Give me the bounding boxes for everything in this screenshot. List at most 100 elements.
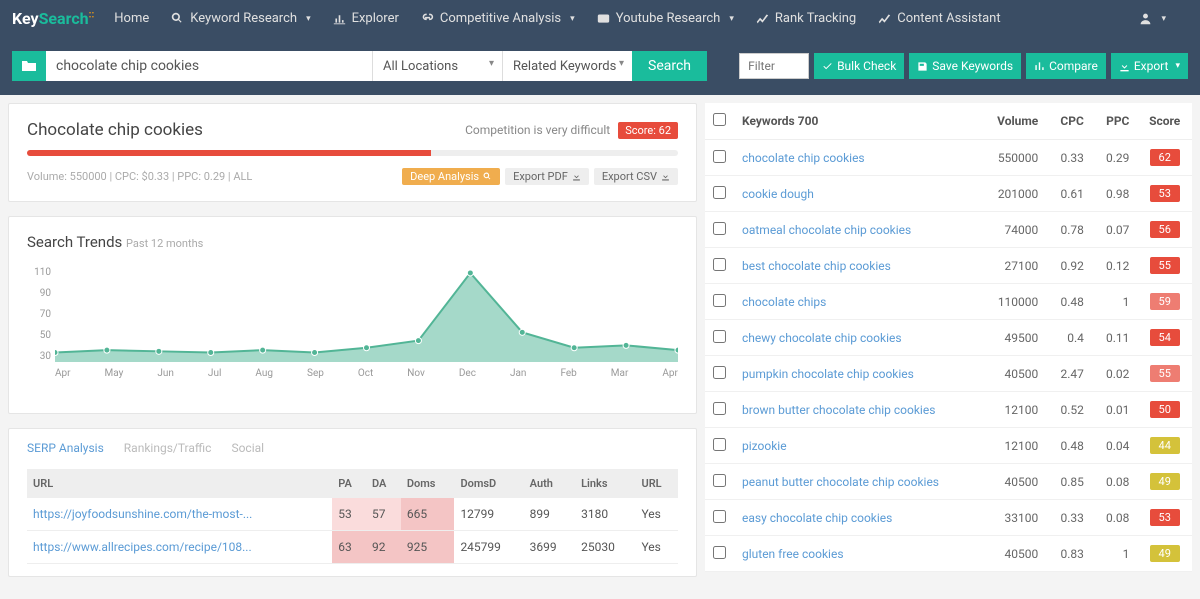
keyword-row: chocolate chips 110000 0.48 1 59 — [705, 284, 1192, 320]
nav-explorer[interactable]: Explorer — [333, 11, 399, 26]
serp-col: Links — [575, 469, 635, 498]
search-icon — [483, 172, 492, 181]
serp-col: DomsD — [454, 469, 523, 498]
serp-url[interactable]: https://www.allrecipes.com/recipe/108... — [27, 531, 332, 564]
keyword-link[interactable]: chewy chocolate chip cookies — [734, 320, 980, 356]
nav-home[interactable]: Home — [114, 11, 149, 26]
export-button[interactable]: Export▾ — [1111, 53, 1188, 79]
trends-title: Search Trends Past 12 months — [27, 233, 678, 251]
keyword-link[interactable]: pizookie — [734, 428, 980, 464]
row-checkbox[interactable] — [713, 294, 726, 307]
keyword-input[interactable] — [46, 51, 372, 81]
keyword-row: easy chocolate chip cookies 33100 0.33 0… — [705, 500, 1192, 536]
cpc-header[interactable]: CPC — [1046, 103, 1092, 140]
trend-icon — [878, 12, 891, 25]
user-menu[interactable]: ▾ — [1139, 12, 1166, 25]
score-pill: 50 — [1150, 401, 1180, 418]
keyword-meta: Volume: 550000 | CPC: $0.33 | PPC: 0.29 … — [27, 170, 252, 183]
search-button[interactable]: Search — [632, 51, 707, 81]
score-pill: 62 — [1150, 149, 1180, 166]
keyword-row: oatmeal chocolate chip cookies 74000 0.7… — [705, 212, 1192, 248]
video-icon — [597, 12, 610, 25]
keyword-link[interactable]: gluten free cookies — [734, 536, 980, 572]
link-icon — [421, 12, 434, 25]
serp-row: https://joyfoodsunshine.com/the-most-...… — [27, 498, 678, 531]
location-select[interactable]: All Locations — [372, 51, 502, 81]
row-checkbox[interactable] — [713, 150, 726, 163]
row-checkbox[interactable] — [713, 546, 726, 559]
caret-down-icon: ▾ — [729, 14, 734, 24]
row-checkbox[interactable] — [713, 222, 726, 235]
keyword-row: gluten free cookies 40500 0.83 1 49 — [705, 536, 1192, 572]
keyword-link[interactable]: chocolate chips — [734, 284, 980, 320]
tab-serp-analysis[interactable]: SERP Analysis — [27, 441, 104, 455]
nav-competitive[interactable]: Competitive Analysis▾ — [421, 11, 575, 26]
keyword-link[interactable]: brown butter chocolate chip cookies — [734, 392, 980, 428]
score-pill: 56 — [1150, 221, 1180, 238]
row-checkbox[interactable] — [713, 438, 726, 451]
score-pill: 44 — [1150, 437, 1180, 454]
trend-icon — [756, 12, 769, 25]
compare-button[interactable]: Compare — [1026, 53, 1106, 79]
trends-chart: 11090705030 AprMayJunJulAugSepOctNovDecJ… — [27, 267, 678, 397]
folder-icon — [21, 58, 37, 74]
nav-youtube[interactable]: Youtube Research▾ — [597, 11, 734, 26]
score-pill: 55 — [1150, 365, 1180, 382]
row-checkbox[interactable] — [713, 402, 726, 415]
keyword-row: best chocolate chip cookies 27100 0.92 0… — [705, 248, 1192, 284]
bulk-check-button[interactable]: Bulk Check — [814, 53, 904, 79]
score-pill: 54 — [1150, 329, 1180, 346]
main-navbar: KeySearch:: Home Keyword Research▾ Explo… — [0, 0, 1200, 37]
score-header[interactable]: Score — [1137, 103, 1192, 140]
chart-icon — [1034, 61, 1045, 72]
score-pill: 53 — [1150, 185, 1180, 202]
caret-down-icon: ▾ — [1161, 14, 1166, 24]
row-checkbox[interactable] — [713, 474, 726, 487]
serp-row: https://www.allrecipes.com/recipe/108...… — [27, 531, 678, 564]
keyword-link[interactable]: peanut butter chocolate chip cookies — [734, 464, 980, 500]
type-select[interactable]: Related Keywords — [502, 51, 632, 81]
nav-content-assistant[interactable]: Content Assistant — [878, 11, 1000, 26]
keyword-link[interactable]: oatmeal chocolate chip cookies — [734, 212, 980, 248]
search-icon — [171, 12, 184, 25]
download-icon — [661, 172, 670, 181]
ppc-header[interactable]: PPC — [1092, 103, 1138, 140]
tab-social[interactable]: Social — [231, 441, 264, 455]
difficulty-bar — [27, 150, 678, 156]
row-checkbox[interactable] — [713, 186, 726, 199]
user-icon — [1139, 12, 1152, 25]
serp-url[interactable]: https://joyfoodsunshine.com/the-most-... — [27, 498, 332, 531]
serp-tabs: SERP Analysis Rankings/Traffic Social — [27, 441, 678, 455]
folder-button[interactable] — [12, 51, 46, 81]
keyword-link[interactable]: best chocolate chip cookies — [734, 248, 980, 284]
keyword-row: chocolate chip cookies 550000 0.33 0.29 … — [705, 140, 1192, 176]
export-pdf-button[interactable]: Export PDF — [505, 168, 589, 185]
search-bar: All Locations Related Keywords Search Bu… — [0, 37, 1200, 95]
keyword-title: Chocolate chip cookies — [27, 120, 465, 140]
row-checkbox[interactable] — [713, 258, 726, 271]
export-csv-button[interactable]: Export CSV — [594, 168, 678, 185]
filter-input[interactable] — [739, 53, 809, 79]
keyword-link[interactable]: easy chocolate chip cookies — [734, 500, 980, 536]
keyword-link[interactable]: pumpkin chocolate chip cookies — [734, 356, 980, 392]
check-icon — [822, 61, 833, 72]
select-all-checkbox[interactable] — [713, 113, 726, 126]
row-checkbox[interactable] — [713, 510, 726, 523]
score-pill: 53 — [1150, 509, 1180, 526]
nav-rank-tracking[interactable]: Rank Tracking — [756, 11, 856, 26]
keyword-row: cookie dough 201000 0.61 0.98 53 — [705, 176, 1192, 212]
row-checkbox[interactable] — [713, 366, 726, 379]
keyword-link[interactable]: cookie dough — [734, 176, 980, 212]
keyword-row: peanut butter chocolate chip cookies 405… — [705, 464, 1192, 500]
volume-header[interactable]: Volume — [980, 103, 1046, 140]
deep-analysis-button[interactable]: Deep Analysis — [402, 168, 500, 185]
serp-col: Auth — [524, 469, 575, 498]
tab-rankings[interactable]: Rankings/Traffic — [124, 441, 212, 455]
nav-keyword-research[interactable]: Keyword Research▾ — [171, 11, 310, 26]
serp-col: PA — [332, 469, 366, 498]
save-keywords-button[interactable]: Save Keywords — [909, 53, 1021, 79]
row-checkbox[interactable] — [713, 330, 726, 343]
keyword-link[interactable]: chocolate chip cookies — [734, 140, 980, 176]
caret-down-icon: ▾ — [570, 14, 575, 24]
keyword-row: pumpkin chocolate chip cookies 40500 2.4… — [705, 356, 1192, 392]
